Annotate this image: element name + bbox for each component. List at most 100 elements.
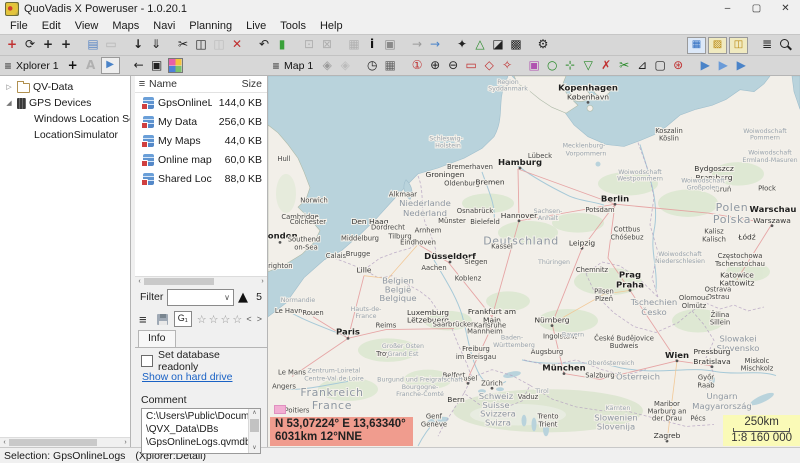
table-view-icon[interactable]: ▦ <box>687 37 706 54</box>
chevron-down-icon[interactable]: ∨ <box>224 293 233 302</box>
scroll-right-icon[interactable]: › <box>121 438 130 447</box>
scroll-right-icon[interactable]: › <box>258 277 267 286</box>
delete-selection-icon[interactable]: ✗ <box>597 57 615 75</box>
expander-icon[interactable]: ◢ <box>4 99 14 107</box>
print-icon[interactable]: ▤ <box>84 36 102 54</box>
download-icon[interactable]: ↓ <box>129 36 147 54</box>
measure-cross-icon[interactable]: ⊹ <box>561 57 579 75</box>
comment-vscrollbar[interactable]: ∧ ∨ <box>248 409 260 453</box>
tree-hscroll-thumb[interactable] <box>9 439 97 446</box>
readonly-checkbox[interactable] <box>141 355 153 367</box>
undo-icon[interactable]: ↶ <box>255 36 273 54</box>
login-icon[interactable]: → <box>426 36 444 54</box>
save-database-icon[interactable] <box>157 314 168 325</box>
map-layers-alt-icon[interactable]: ◈ <box>336 57 354 75</box>
add-waypoint-icon[interactable]: + <box>39 36 57 54</box>
combo-view-icon[interactable]: ◫ <box>729 37 748 54</box>
star-icon[interactable]: ☆ <box>209 313 219 326</box>
sync-icon[interactable]: ⟳ <box>21 36 39 54</box>
map-canvas[interactable]: DeutschlandFrankreichFranceNiederlandeNe… <box>268 76 800 447</box>
tree-item-qv-data[interactable]: ▷QV-Data <box>0 79 130 95</box>
menu-live[interactable]: Live <box>239 18 273 34</box>
grid-option-icon[interactable]: ⊡ <box>300 36 318 54</box>
map-panel[interactable]: DeutschlandFrankreichFranceNiederlandeNe… <box>268 76 800 447</box>
zoom-in-icon[interactable]: ⊕ <box>426 57 444 75</box>
tree-item-windows-location-service[interactable]: Windows Location Service (Acc <box>0 111 130 127</box>
comment-textarea[interactable]: C:\Users\Public\Documents\QVX_Data\DBs\G… <box>141 408 261 454</box>
scroll-left-icon[interactable]: ‹ <box>135 277 144 286</box>
list-hscroll-thumb[interactable] <box>144 278 214 285</box>
star-icon[interactable]: ☆ <box>197 313 207 326</box>
show-on-drive-link[interactable]: Show on hard drive <box>142 371 232 383</box>
zoom-rect-icon[interactable]: ▭ <box>462 57 480 75</box>
tree-item-gps-devices[interactable]: ◢GPS Devices <box>0 95 130 111</box>
map-menu-icon[interactable]: ≡ <box>268 59 284 73</box>
prev-page-icon[interactable]: < <box>245 314 252 324</box>
detail-menu-icon[interactable]: ≡ <box>139 312 154 327</box>
comment-vscroll-thumb[interactable] <box>250 419 259 432</box>
next-page-icon[interactable]: > <box>256 314 263 324</box>
triangle-icon[interactable]: △ <box>471 36 489 54</box>
sort-button[interactable]: ▲ <box>238 290 248 305</box>
expander-icon[interactable]: ▷ <box>4 83 14 91</box>
info-icon[interactable]: i <box>363 36 381 54</box>
map-layers-icon[interactable]: ◈ <box>318 57 336 75</box>
table-row[interactable]: Shared Locations88,0 KB <box>135 169 267 188</box>
import-file-icon[interactable]: ⇓ <box>147 36 165 54</box>
add-marker-icon[interactable]: + <box>57 36 75 54</box>
delete-icon[interactable]: ✕ <box>228 36 246 54</box>
cut-icon[interactable]: ✂ <box>174 36 192 54</box>
map-archive-icon[interactable]: ▦ <box>381 57 399 75</box>
goto-zoom-icon[interactable]: ▶ <box>732 57 750 75</box>
camera-button[interactable]: ▣ <box>148 57 166 75</box>
calculator-icon[interactable]: ▦ <box>345 36 363 54</box>
maximize-button[interactable]: ▢ <box>742 0 771 18</box>
column-size[interactable]: Size <box>216 78 267 90</box>
menu-maps[interactable]: Maps <box>105 18 146 34</box>
zoom-poly-icon[interactable]: ✧ <box>498 57 516 75</box>
star-icon[interactable]: ☆ <box>232 313 242 326</box>
tree-item-location-simulator[interactable]: LocationSimulator <box>0 127 130 143</box>
funnel-icon[interactable]: ▽ <box>579 57 597 75</box>
map-view-icon[interactable]: ▨ <box>708 37 727 54</box>
save-icon[interactable]: ▣ <box>381 36 399 54</box>
zoom-out-icon[interactable]: ⊖ <box>444 57 462 75</box>
route-button[interactable]: ▶ <box>101 57 120 74</box>
list-menu-icon[interactable]: ≡ <box>135 78 149 90</box>
menu-view[interactable]: View <box>68 18 106 34</box>
layer-colors-button[interactable] <box>168 58 183 73</box>
copy-icon[interactable]: ◫ <box>192 36 210 54</box>
print-preview-icon[interactable]: ▭ <box>102 36 120 54</box>
star-icon[interactable]: ☆ <box>221 313 231 326</box>
new-track-icon[interactable]: + <box>3 36 21 54</box>
table-row[interactable]: My Data256,0 KB <box>135 112 267 131</box>
satellite-icon[interactable]: ✦ <box>453 36 471 54</box>
menu-tools[interactable]: Tools <box>273 18 313 34</box>
scroll-up-icon[interactable]: ∧ <box>249 409 260 418</box>
select-area-icon[interactable]: ▢ <box>651 57 669 75</box>
profile-icon[interactable]: ⊿ <box>633 57 651 75</box>
menu-planning[interactable]: Planning <box>182 18 239 34</box>
search-icon[interactable] <box>776 36 794 54</box>
table-row[interactable]: My Maps44,0 KB <box>135 131 267 150</box>
time-icon[interactable]: ◷ <box>363 57 381 75</box>
zoom-100-icon[interactable]: ① <box>408 57 426 75</box>
layers-list-icon[interactable]: ≣ <box>758 36 776 54</box>
list-hscrollbar[interactable]: ‹ › <box>135 276 267 286</box>
text-label-button[interactable]: A <box>82 57 100 75</box>
menu-help[interactable]: Help <box>313 18 350 34</box>
zoom-rotate-icon[interactable]: ◇ <box>480 57 498 75</box>
column-name[interactable]: Name <box>149 78 216 90</box>
gear-icon[interactable]: ⚙ <box>534 36 552 54</box>
table-row[interactable]: Online maps and pois60,0 KB <box>135 150 267 169</box>
paste-icon[interactable]: ◫ <box>210 36 228 54</box>
goto-sync-icon[interactable]: ▶ <box>714 57 732 75</box>
overview-icon[interactable]: ▣ <box>525 57 543 75</box>
tab-info[interactable]: Info <box>138 330 176 347</box>
trash-icon[interactable]: ▮ <box>273 36 291 54</box>
filter-combobox[interactable]: ∨ <box>167 289 234 306</box>
measure-point-icon[interactable]: ○ <box>543 57 561 75</box>
close-button[interactable]: ✕ <box>771 0 800 18</box>
goto-icon[interactable]: ▶ <box>696 57 714 75</box>
checker-icon[interactable]: ▩ <box>507 36 525 54</box>
